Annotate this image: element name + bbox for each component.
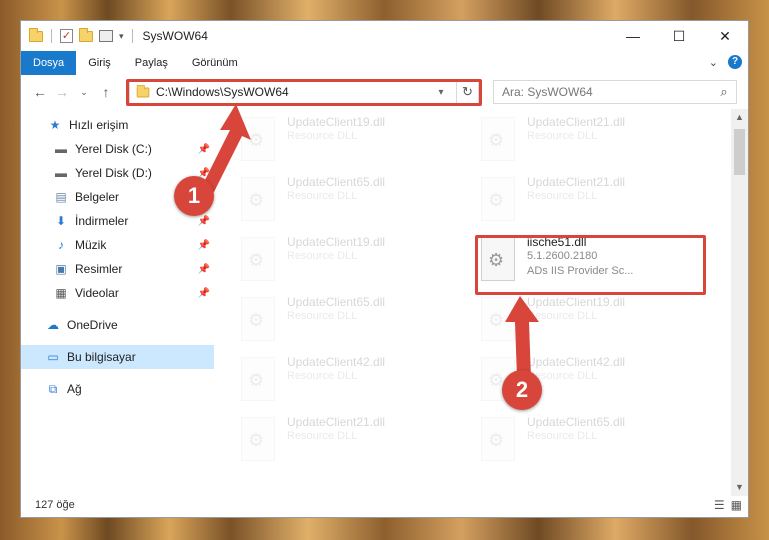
step-badge-1: 1: [174, 176, 214, 216]
arrow-2: [505, 296, 539, 378]
annotation-arrows: [202, 104, 539, 378]
step-badge-2: 2: [502, 370, 542, 410]
arrow-1: [202, 104, 251, 192]
